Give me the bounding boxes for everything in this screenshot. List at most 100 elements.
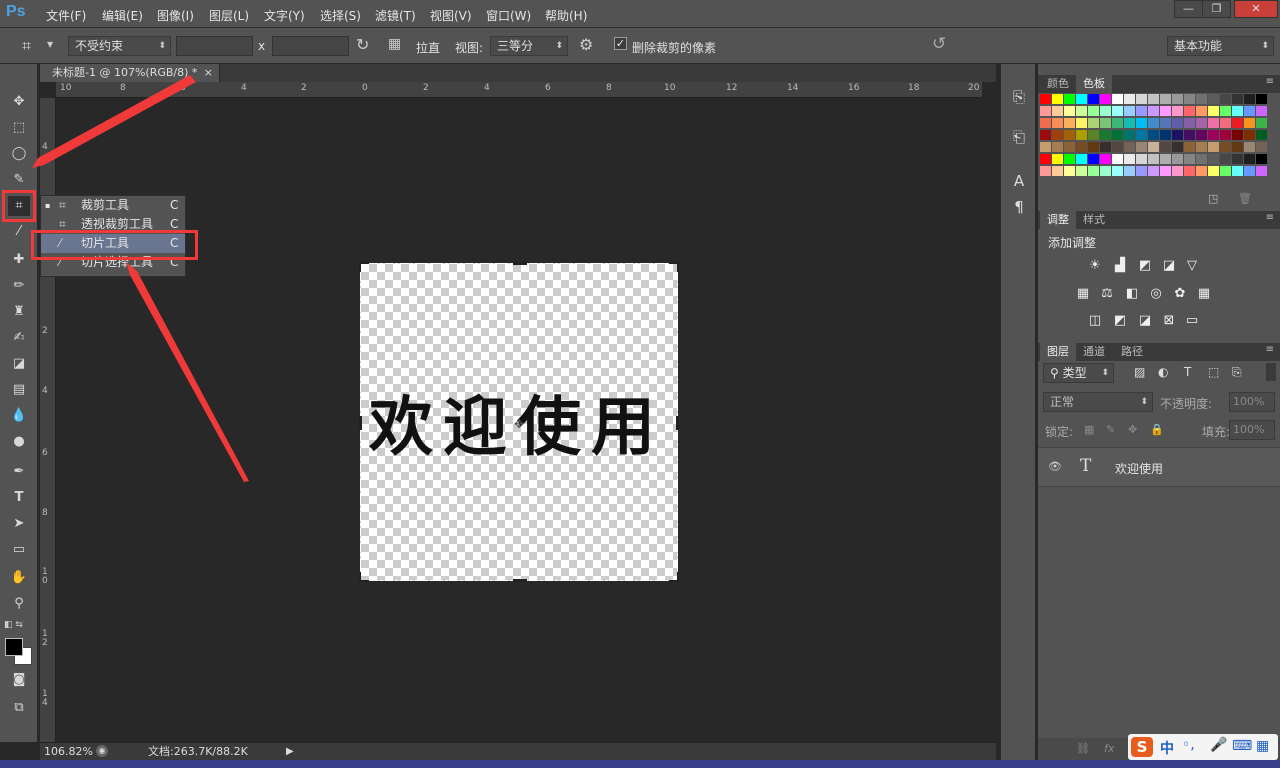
panel-menu-icon[interactable]: ≡ [1266,212,1274,223]
swatch[interactable] [1172,166,1183,176]
swatch[interactable] [1040,142,1051,152]
swatch[interactable] [1052,142,1063,152]
swatch[interactable] [1184,166,1195,176]
swatch[interactable] [1124,118,1135,128]
lock-transparent-icon[interactable]: ▦ [1084,423,1094,436]
swatch[interactable] [1088,106,1099,116]
swatch[interactable] [1064,106,1075,116]
swatch[interactable] [1208,118,1219,128]
swatch[interactable] [1208,154,1219,164]
swatch[interactable] [1208,142,1219,152]
swatch[interactable] [1112,130,1123,140]
swatch[interactable] [1100,154,1111,164]
threshold-icon[interactable]: ◪ [1136,313,1154,329]
swatch[interactable] [1052,130,1063,140]
tab-styles[interactable]: 样式 [1076,211,1112,229]
swatch[interactable] [1232,130,1243,140]
swatch[interactable] [1220,142,1231,152]
swatch[interactable] [1136,154,1147,164]
swatch[interactable] [1088,130,1099,140]
swatch[interactable] [1208,94,1219,104]
swatch[interactable] [1112,94,1123,104]
link-layers-icon[interactable]: ⛓ [1076,742,1090,755]
swatch[interactable] [1124,166,1135,176]
swatch[interactable] [1076,106,1087,116]
swatch[interactable] [1112,166,1123,176]
swatch[interactable] [1076,94,1087,104]
ime-mode-label[interactable]: 中 [1160,738,1174,758]
swatch[interactable] [1064,130,1075,140]
swatch[interactable] [1040,130,1051,140]
panel-menu-icon[interactable]: ≡ [1266,76,1274,87]
tab-channels[interactable]: 通道 [1076,343,1112,361]
swatch[interactable] [1232,142,1243,152]
photo-filter-icon[interactable]: ◎ [1147,286,1165,302]
swatch[interactable] [1160,142,1171,152]
posterize-icon[interactable]: ◩ [1111,313,1129,329]
swatch[interactable] [1064,118,1075,128]
swatch[interactable] [1064,154,1075,164]
swatch[interactable] [1112,118,1123,128]
swatch[interactable] [1148,118,1159,128]
swatch[interactable] [1064,142,1075,152]
vibrance-icon[interactable]: ▽ [1183,258,1201,274]
swatch[interactable] [1124,154,1135,164]
tab-adjustments[interactable]: 调整 [1040,211,1076,229]
hue-saturation-icon[interactable]: ▦ [1074,286,1092,302]
lock-all-icon[interactable]: 🔒 [1150,423,1164,436]
swatch[interactable] [1148,166,1159,176]
swatch[interactable] [1196,142,1207,152]
properties-panel-icon[interactable]: ⎗ [1007,126,1031,148]
swatch[interactable] [1148,130,1159,140]
swatch[interactable] [1196,166,1207,176]
new-swatch-icon[interactable]: ◳ [1208,192,1218,205]
swatch[interactable] [1160,166,1171,176]
swatch[interactable] [1076,130,1087,140]
swatch[interactable] [1172,130,1183,140]
opacity-input[interactable]: 100% [1229,392,1275,412]
swatch[interactable] [1136,166,1147,176]
swatch[interactable] [1076,142,1087,152]
panel-menu-icon[interactable]: ≡ [1266,344,1274,355]
ime-punctuation-icon[interactable]: ◦, [1182,737,1195,753]
swatch[interactable] [1124,106,1135,116]
swatch[interactable] [1244,106,1255,116]
swatch[interactable] [1040,118,1051,128]
swatch[interactable] [1184,118,1195,128]
lock-position-icon[interactable]: ✥ [1128,423,1137,436]
swatch[interactable] [1172,94,1183,104]
swatch[interactable] [1040,166,1051,176]
swatch[interactable] [1160,118,1171,128]
swatch[interactable] [1232,94,1243,104]
swatch[interactable] [1232,154,1243,164]
swatch[interactable] [1064,166,1075,176]
swatch[interactable] [1112,106,1123,116]
selective-color-icon[interactable]: ⊠ [1160,313,1178,329]
swatch[interactable] [1124,94,1135,104]
layer-row[interactable]: 👁 T 欢迎使用 [1038,447,1280,487]
swatch[interactable] [1040,94,1051,104]
swatch[interactable] [1232,166,1243,176]
lock-pixels-icon[interactable]: ✎ [1106,423,1115,436]
swatch[interactable] [1088,94,1099,104]
swatch[interactable] [1076,118,1087,128]
swatch[interactable] [1148,106,1159,116]
swatch[interactable] [1100,94,1111,104]
swatch[interactable] [1100,166,1111,176]
swatch[interactable] [1088,142,1099,152]
swatch[interactable] [1124,142,1135,152]
swatch[interactable] [1220,166,1231,176]
filter-shape-icon[interactable]: ⬚ [1208,365,1219,379]
swatch[interactable] [1184,106,1195,116]
black-white-icon[interactable]: ◧ [1123,286,1141,302]
color-balance-icon[interactable]: ⚖ [1098,286,1116,302]
swatch[interactable] [1220,154,1231,164]
filter-type-icon[interactable]: T [1184,365,1191,379]
swatch[interactable] [1136,94,1147,104]
tab-swatches[interactable]: 色板 [1076,75,1112,93]
swatch[interactable] [1208,106,1219,116]
swatch[interactable] [1220,106,1231,116]
swatch[interactable] [1100,118,1111,128]
swatch[interactable] [1244,118,1255,128]
color-lookup-icon[interactable]: ▦ [1195,286,1213,302]
